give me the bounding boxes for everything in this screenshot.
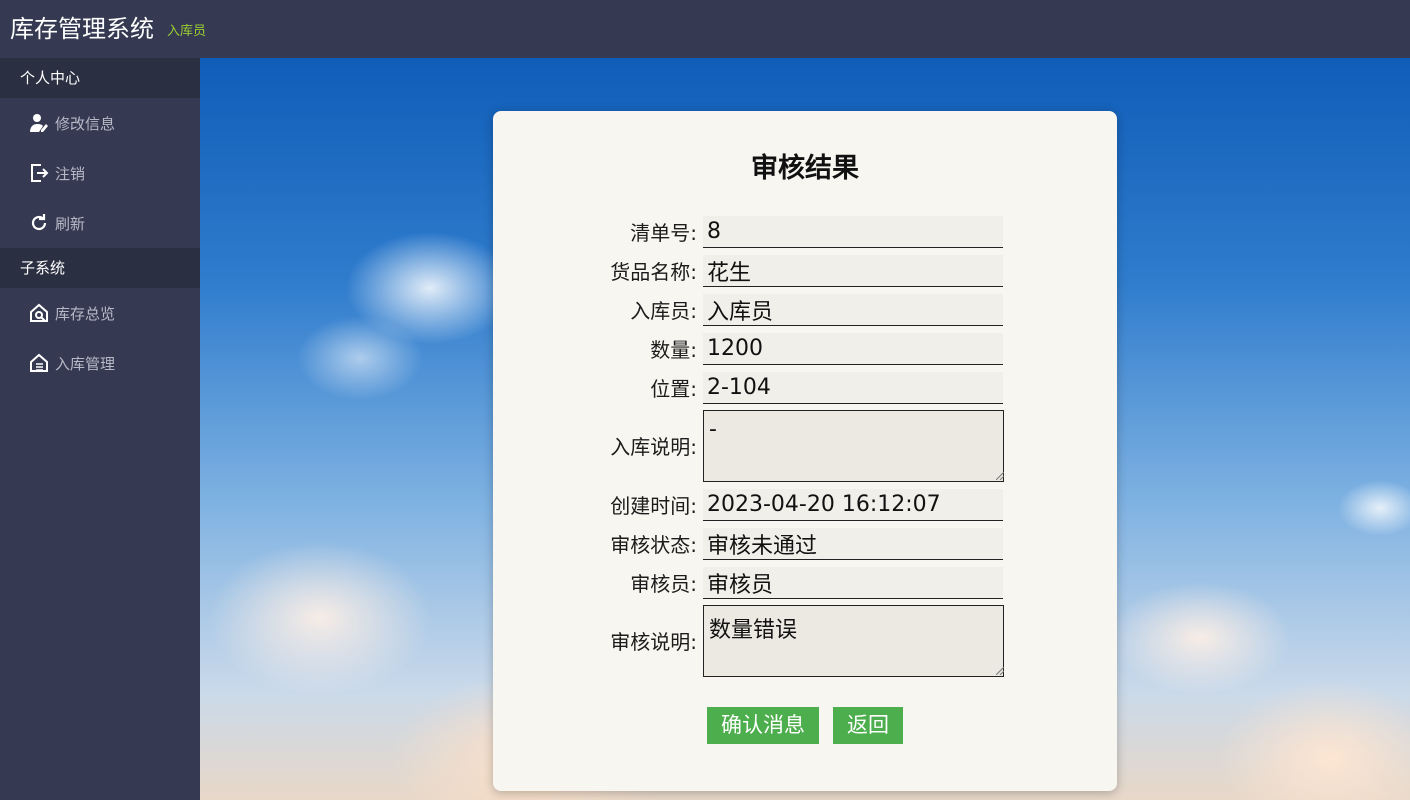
sidebar-item-inbound-management[interactable]: 入库管理	[0, 338, 200, 388]
created-time-input[interactable]	[703, 489, 1003, 521]
field-inbound-note: 入库说明: -	[493, 410, 1117, 482]
card-title: 审核结果	[751, 153, 859, 184]
resize-grip-icon[interactable]	[996, 667, 1004, 675]
sidebar-item-label: 入库管理	[55, 354, 116, 373]
field-label: 数量:	[650, 338, 697, 362]
field-location: 位置:	[493, 372, 1117, 404]
main-content-area: 审核结果 清单号: 货品名称: 入库员: 数量: 位置: 入库说明: - 创建时…	[200, 58, 1410, 800]
field-audit-note: 审核说明: 数量错误	[493, 605, 1117, 677]
field-auditor: 审核员:	[493, 567, 1117, 599]
app-title: 库存管理系统	[10, 15, 154, 43]
quantity-input[interactable]	[703, 333, 1003, 365]
user-role-badge: 入库员	[167, 24, 207, 39]
sidebar-section-subsystem: 子系统	[0, 248, 200, 288]
field-label: 货品名称:	[610, 260, 697, 284]
field-list-number: 清单号:	[493, 216, 1117, 248]
list-number-input[interactable]	[703, 216, 1003, 248]
sidebar-item-refresh[interactable]: 刷新	[0, 198, 200, 248]
resize-grip-icon[interactable]	[996, 472, 1004, 480]
inbound-staff-input[interactable]	[703, 294, 1003, 326]
field-label: 位置:	[650, 377, 697, 401]
auditor-input[interactable]	[703, 567, 1003, 599]
top-bar: 库存管理系统 入库员	[0, 0, 1410, 58]
sidebar-item-label: 刷新	[55, 214, 86, 233]
audit-status-input[interactable]	[703, 528, 1003, 560]
field-label: 清单号:	[630, 221, 697, 245]
back-button[interactable]: 返回	[833, 707, 903, 744]
warehouse-search-icon	[29, 302, 49, 324]
field-audit-status: 审核状态:	[493, 528, 1117, 560]
sidebar-item-edit-info[interactable]: 修改信息	[0, 98, 200, 148]
sidebar: 个人中心 修改信息 注销 刷新 子系统 库存总览 入库管理	[0, 58, 200, 800]
goods-name-input[interactable]	[703, 255, 1003, 287]
inbound-note-textarea[interactable]: -	[703, 410, 1004, 482]
refresh-icon	[29, 212, 49, 234]
field-label: 入库说明:	[610, 435, 697, 459]
location-input[interactable]	[703, 372, 1003, 404]
audit-result-card: 审核结果 清单号: 货品名称: 入库员: 数量: 位置: 入库说明: - 创建时…	[493, 111, 1117, 791]
field-label: 审核员:	[630, 572, 697, 596]
field-created-time: 创建时间:	[493, 489, 1117, 521]
sidebar-item-label: 注销	[55, 164, 86, 183]
user-edit-icon	[29, 112, 49, 134]
confirm-message-button[interactable]: 确认消息	[707, 707, 819, 744]
field-label: 入库员:	[630, 299, 697, 323]
field-label: 审核说明:	[610, 630, 697, 654]
sidebar-item-inventory-overview[interactable]: 库存总览	[0, 288, 200, 338]
field-label: 创建时间:	[610, 494, 697, 518]
field-goods-name: 货品名称:	[493, 255, 1117, 287]
sidebar-section-personal: 个人中心	[0, 58, 200, 98]
field-label: 审核状态:	[610, 533, 697, 557]
sidebar-item-label: 修改信息	[55, 114, 116, 133]
field-inbound-staff: 入库员:	[493, 294, 1117, 326]
logout-icon	[29, 162, 49, 184]
sidebar-item-label: 库存总览	[55, 304, 116, 323]
field-quantity: 数量:	[493, 333, 1117, 365]
audit-note-textarea[interactable]: 数量错误	[703, 605, 1004, 677]
sidebar-item-logout[interactable]: 注销	[0, 148, 200, 198]
warehouse-inbound-icon	[29, 352, 49, 374]
